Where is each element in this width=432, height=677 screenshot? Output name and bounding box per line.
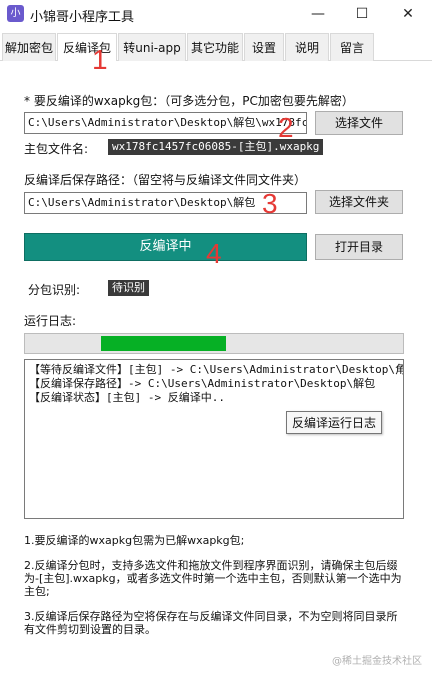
annotation-4: 4 — [206, 238, 222, 269]
note-2: 2.反编译分包时，支持多选文件和拖放文件到程序界面识别，请确保主包后缀为-[主包… — [24, 559, 402, 598]
window-title: 小锦哥小程序工具 — [30, 10, 135, 25]
progress-fill — [101, 336, 226, 351]
tab-settings[interactable]: 设置 — [244, 33, 284, 61]
log-line: 【反编译状态】[主包] -> 反编译中.. — [29, 391, 225, 404]
log-label: 运行日志: — [24, 314, 77, 328]
select-folder-button[interactable]: 选择文件夹 — [315, 190, 403, 214]
annotation-3: 3 — [262, 188, 278, 219]
tab-bar: 解加密包 反编译包 转uni-app 其它功能 设置 说明 留言 — [0, 33, 432, 62]
minimize-button[interactable]: — — [304, 2, 332, 26]
decompile-panel: * 要反编译的wxapkg包：（可多选分包，PC加密包要先解密） C:\User… — [0, 61, 432, 677]
log-line: 【反编译保存路径】-> C:\Users\Administrator\Deskt… — [29, 377, 376, 390]
close-button[interactable]: ✕ — [394, 2, 422, 26]
note-1: 1.要反编译的wxapkg包需为已解wxapkg包; — [24, 534, 245, 547]
note-3: 3.反编译后保存路径为空将保存在与反编译文件同目录，不为空则将同目录所有文件剪切… — [24, 610, 398, 636]
decompile-button[interactable]: 反编译中 — [24, 233, 307, 261]
output-path-label: 反编译后保存路径：（留空将与反编译文件同文件夹） — [24, 173, 307, 187]
annotation-1: 1 — [92, 44, 108, 75]
notes-section: 1.要反编译的wxapkg包需为已解wxapkg包; 2.反编译分包时，支持多选… — [24, 534, 408, 648]
log-line: 【等待反编译文件】[主包] -> C:\Users\Administrator\… — [29, 363, 404, 376]
tab-help[interactable]: 说明 — [285, 33, 329, 61]
input-path-field[interactable]: C:\Users\Administrator\Desktop\解包\wx178f… — [24, 112, 307, 134]
required-pkg-label: * 要反编译的wxapkg包：（可多选分包，PC加密包要先解密） — [24, 94, 354, 108]
tab-message[interactable]: 留言 — [330, 33, 374, 61]
maximize-button[interactable]: ☐ — [348, 2, 376, 26]
app-logo-icon: 小 — [7, 5, 24, 22]
main-pkg-label: 主包文件名: — [24, 142, 89, 156]
title-bar: 小 小锦哥小程序工具 — ☐ ✕ — [0, 0, 432, 28]
log-textarea[interactable]: 【等待反编译文件】[主包] -> C:\Users\Administrator\… — [24, 359, 404, 519]
progress-bar — [24, 333, 404, 354]
tab-decompile[interactable]: 反编译包 — [57, 33, 117, 62]
subpkg-status: 待识别 — [108, 280, 149, 296]
open-directory-button[interactable]: 打开目录 — [315, 234, 403, 260]
tab-uni-app[interactable]: 转uni-app — [118, 33, 186, 61]
tab-other[interactable]: 其它功能 — [187, 33, 243, 61]
select-file-button[interactable]: 选择文件 — [315, 111, 403, 135]
tab-decrypt[interactable]: 解加密包 — [2, 33, 56, 61]
watermark: @稀土掘金技术社区 — [332, 656, 422, 667]
subpkg-label: 分包识别: — [28, 283, 81, 297]
annotation-2: 2 — [278, 112, 294, 143]
log-tooltip: 反编译运行日志 — [286, 411, 383, 434]
